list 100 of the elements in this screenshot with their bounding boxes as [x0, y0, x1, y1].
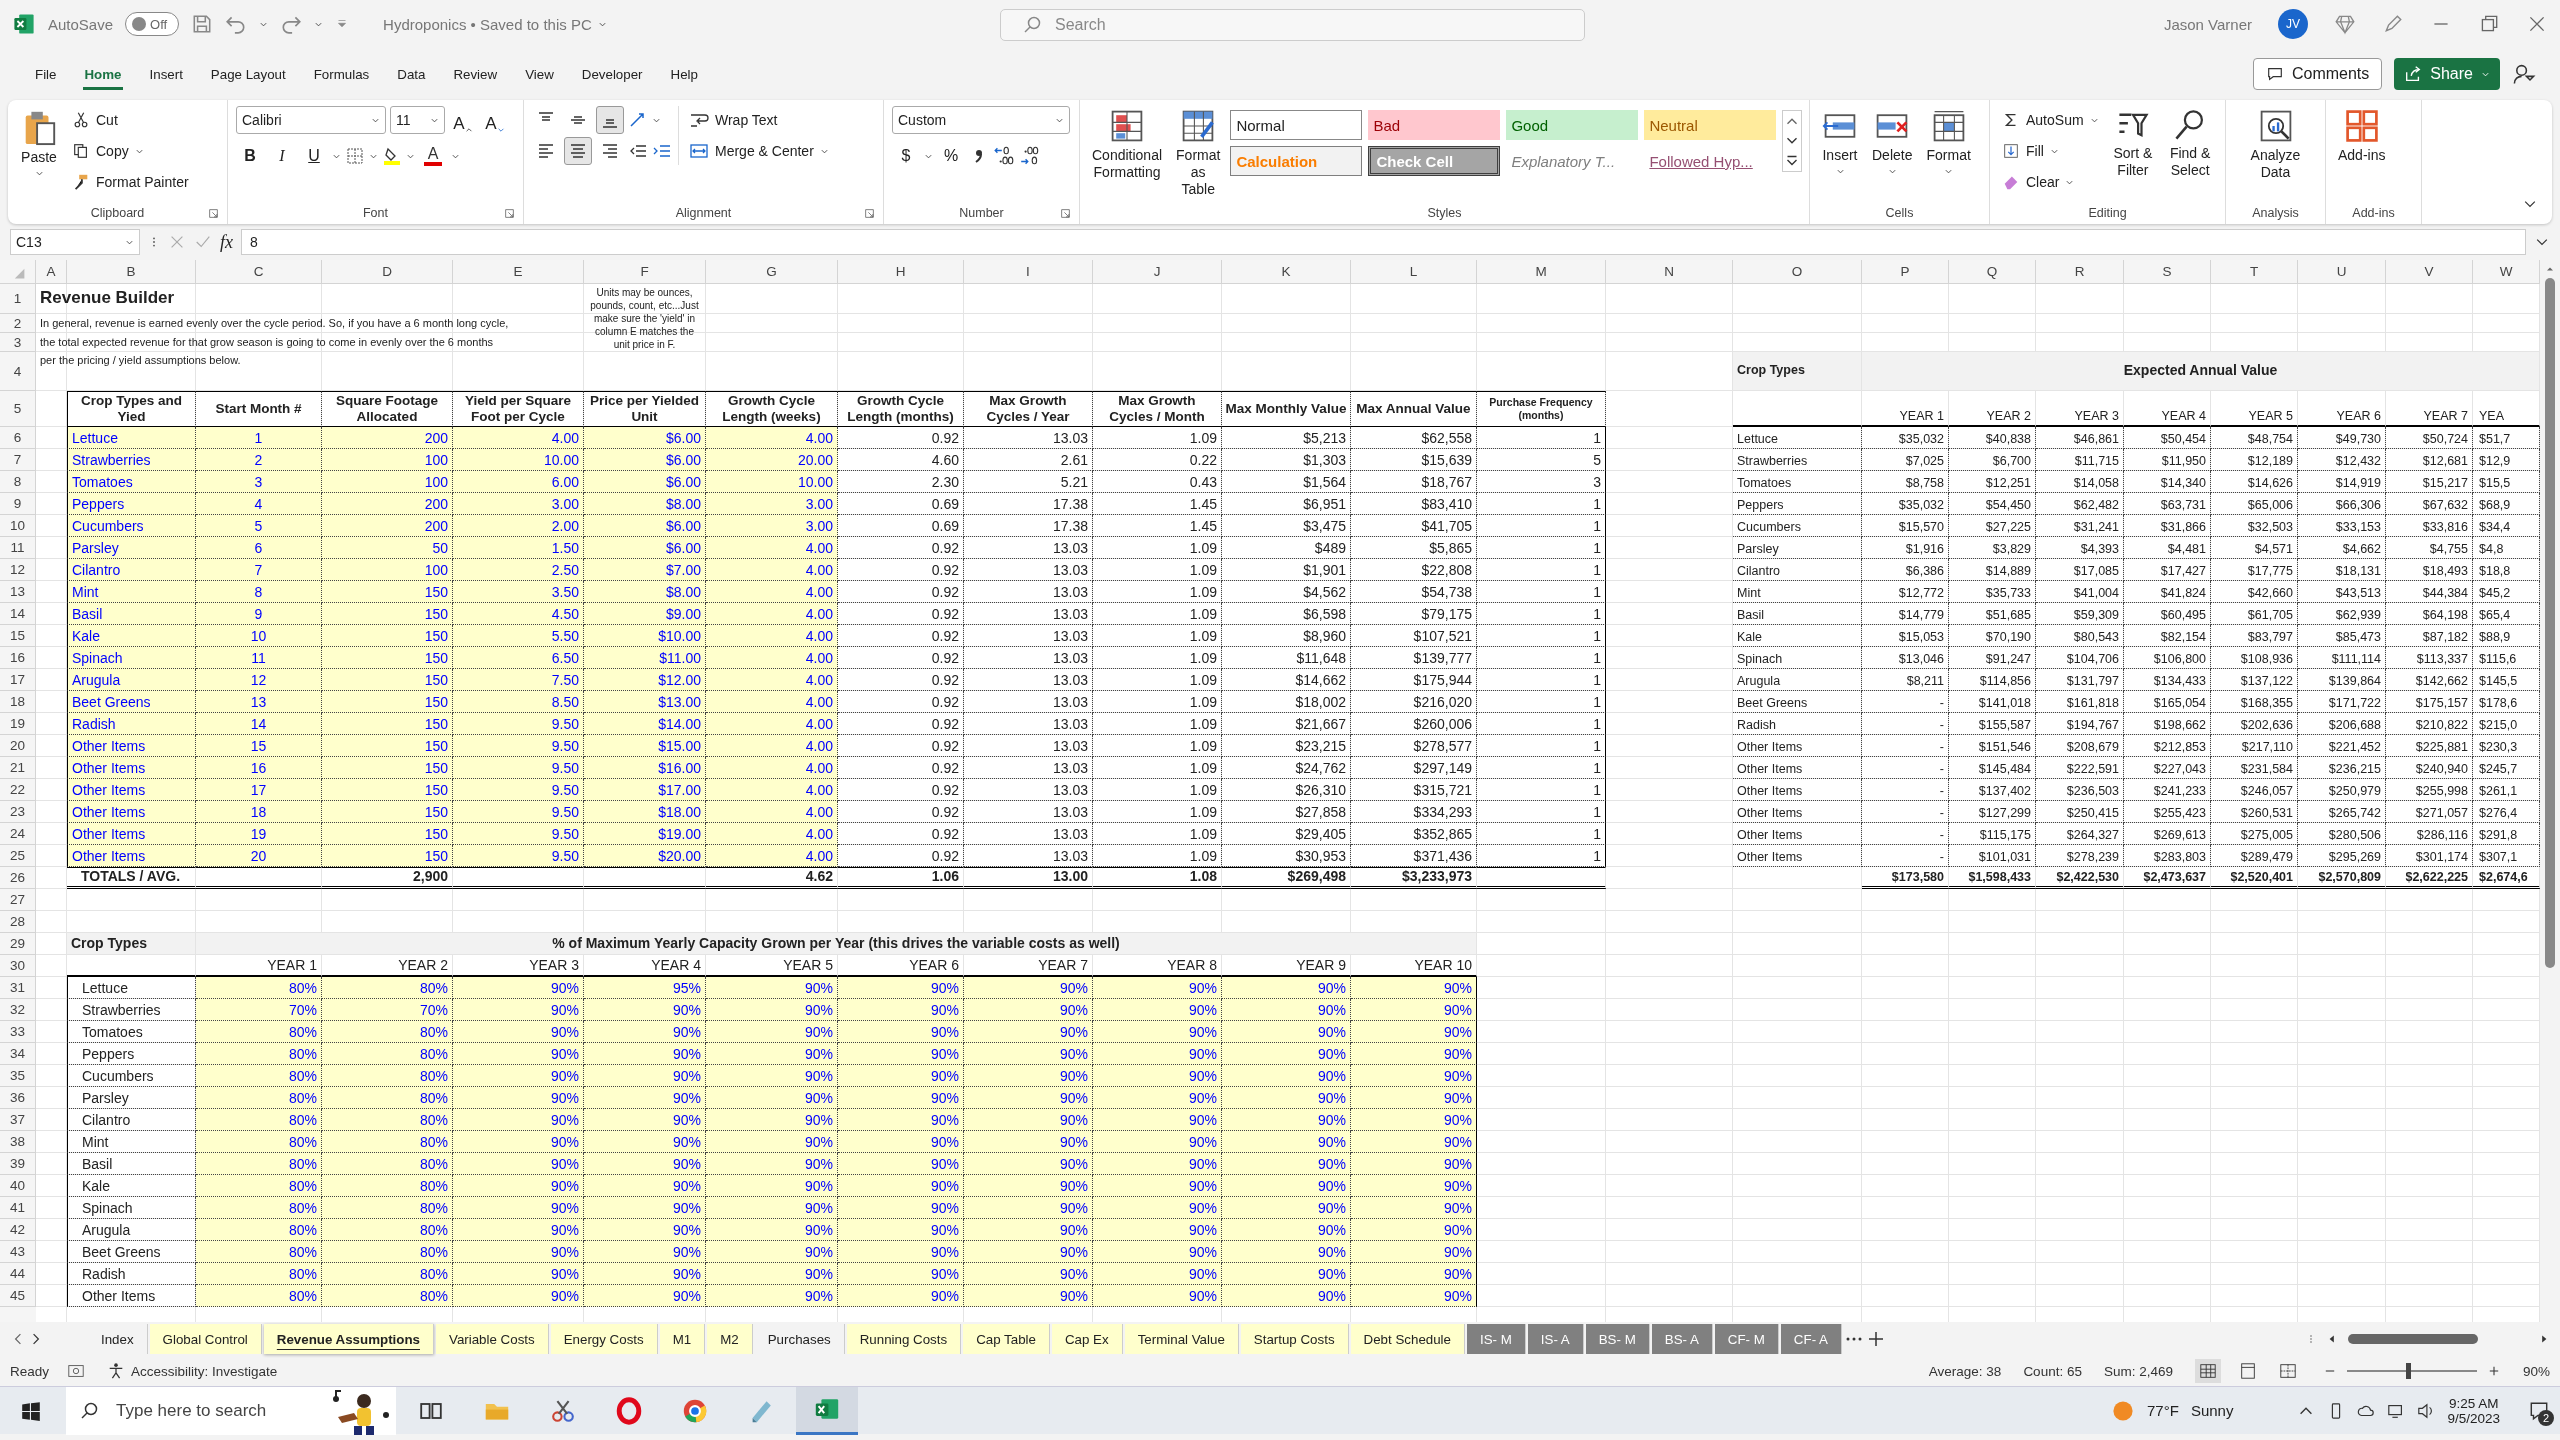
formula-field[interactable]: 8: [241, 229, 2526, 255]
table-format-icon[interactable]: [1180, 108, 1217, 144]
row-number[interactable]: 3: [0, 333, 36, 352]
bold-button[interactable]: B: [236, 142, 264, 170]
format-painter-button[interactable]: Format Painter: [68, 168, 193, 196]
column-letter[interactable]: S: [2124, 260, 2211, 284]
row-number[interactable]: 34: [0, 1043, 36, 1065]
share-icon[interactable]: [2404, 65, 2423, 83]
scrollbar-thumb[interactable]: [2348, 1334, 2478, 1344]
column-letter[interactable]: C: [196, 260, 322, 284]
font-family-field[interactable]: Calibri: [236, 106, 386, 134]
column-letter[interactable]: R: [2036, 260, 2124, 284]
column-letter[interactable]: K: [1222, 260, 1351, 284]
wrap-text-button[interactable]: Wrap Text: [685, 106, 833, 134]
sheet-tab[interactable]: Revenue Assumptions: [263, 1324, 434, 1354]
cell-style[interactable]: Good: [1506, 110, 1639, 140]
column-letter[interactable]: M: [1477, 260, 1606, 284]
sheet-tab[interactable]: Running Costs: [846, 1324, 962, 1354]
row-number[interactable]: 39: [0, 1153, 36, 1175]
row-number[interactable]: 32: [0, 999, 36, 1021]
menu-tab[interactable]: Data: [386, 58, 437, 90]
sheet-tab[interactable]: Purchases: [754, 1324, 845, 1354]
italic-button[interactable]: I: [268, 142, 296, 170]
menu-tab[interactable]: Help: [659, 58, 709, 90]
column-letter[interactable]: F: [584, 260, 706, 284]
row-number[interactable]: 44: [0, 1263, 36, 1285]
autosum-button[interactable]: AutoSum: [1998, 106, 2103, 134]
increase-decimal-icon[interactable]: [993, 145, 1015, 167]
row-number[interactable]: 14: [0, 603, 36, 625]
row-number[interactable]: 16: [0, 647, 36, 669]
column-letter[interactable]: L: [1351, 260, 1477, 284]
clock[interactable]: 9:25 AM 9/5/2023: [2447, 1395, 2500, 1426]
scrollbar-thumb[interactable]: [2545, 278, 2555, 968]
row-number[interactable]: 20: [0, 735, 36, 757]
row-number[interactable]: 40: [0, 1175, 36, 1197]
find-select-button[interactable]: Find & Select: [2163, 106, 2217, 181]
clear-button[interactable]: Clear: [1998, 168, 2103, 196]
comments-button[interactable]: Comments: [2252, 58, 2383, 90]
delete-button[interactable]: Delete: [1868, 106, 1917, 178]
sheet-tab[interactable]: CF- A: [1780, 1324, 1842, 1354]
menu-tab[interactable]: Review: [442, 58, 509, 90]
row-number[interactable]: 24: [0, 823, 36, 845]
column-letter[interactable]: T: [2211, 260, 2298, 284]
sheet-tab[interactable]: Debt Schedule: [1350, 1324, 1465, 1354]
row-number[interactable]: 6: [0, 427, 36, 449]
column-letter[interactable]: W: [2473, 260, 2540, 284]
column-letter[interactable]: I: [964, 260, 1093, 284]
row-number[interactable]: 30: [0, 955, 36, 977]
row-number[interactable]: 9: [0, 493, 36, 515]
fill-down-icon[interactable]: [2002, 142, 2020, 160]
paste-button[interactable]: Paste: [16, 106, 62, 180]
sheet-tab[interactable]: Cap Ex: [1051, 1324, 1123, 1354]
format-button[interactable]: Format: [1922, 106, 1975, 178]
add-ins-button[interactable]: Add-ins: [2334, 106, 2390, 166]
sheet-tab[interactable]: Global Control: [149, 1324, 262, 1354]
fill-color-icon[interactable]: [382, 146, 402, 166]
sort-filter-button[interactable]: Sort & Filter: [2108, 106, 2158, 181]
person-icon[interactable]: [2512, 62, 2536, 86]
currency-button[interactable]: $: [892, 142, 920, 170]
sheet-tab[interactable]: Index: [88, 1324, 148, 1354]
row-number[interactable]: 11: [0, 537, 36, 559]
row-number[interactable]: 42: [0, 1219, 36, 1241]
merge-center-button[interactable]: Merge & Center: [685, 137, 833, 165]
row-number[interactable]: 17: [0, 669, 36, 691]
menu-tab[interactable]: View: [514, 58, 565, 90]
dialog-launcher-icon[interactable]: [864, 207, 875, 219]
row-number[interactable]: 18: [0, 691, 36, 713]
row-number[interactable]: 15: [0, 625, 36, 647]
column-letter[interactable]: G: [706, 260, 838, 284]
sheet-tab[interactable]: CF- M: [1714, 1324, 1779, 1354]
caret-down-icon[interactable]: [496, 126, 505, 134]
sheet-tab[interactable]: IS- A: [1527, 1324, 1584, 1354]
number-format-field[interactable]: Custom: [892, 106, 1070, 134]
font-size-field[interactable]: 11: [390, 106, 445, 134]
row-number[interactable]: 33: [0, 1021, 36, 1043]
pen-icon[interactable]: [2382, 13, 2404, 35]
menu-tab[interactable]: File: [24, 58, 68, 90]
percent-button[interactable]: %: [937, 142, 965, 170]
column-letter[interactable]: J: [1093, 260, 1222, 284]
row-number[interactable]: 8: [0, 471, 36, 493]
conditional-formatting-button[interactable]: Conditional Formatting: [1088, 106, 1167, 183]
dialog-launcher-icon[interactable]: [504, 207, 515, 219]
fill-button[interactable]: Fill: [1998, 137, 2103, 165]
slider-thumb[interactable]: [2406, 1363, 2412, 1379]
sheet-tab[interactable]: Cap Table: [963, 1324, 1050, 1354]
row-number[interactable]: 41: [0, 1197, 36, 1219]
row-number[interactable]: 4: [0, 352, 36, 391]
row-number[interactable]: 45: [0, 1285, 36, 1307]
share-button[interactable]: Share: [2394, 58, 2500, 90]
row-number[interactable]: 21: [0, 757, 36, 779]
insert-button[interactable]: Insert: [1818, 106, 1862, 178]
copy-icon[interactable]: [72, 142, 90, 160]
row-number[interactable]: 27: [0, 889, 36, 911]
row-number[interactable]: 35: [0, 1065, 36, 1087]
row-number[interactable]: 31: [0, 977, 36, 999]
temperature[interactable]: 77°F: [2147, 1402, 2179, 1419]
borders-icon[interactable]: [345, 146, 365, 166]
menu-tab[interactable]: Developer: [570, 58, 654, 90]
row-number[interactable]: 13: [0, 581, 36, 603]
cell-style[interactable]: Neutral: [1644, 110, 1777, 140]
